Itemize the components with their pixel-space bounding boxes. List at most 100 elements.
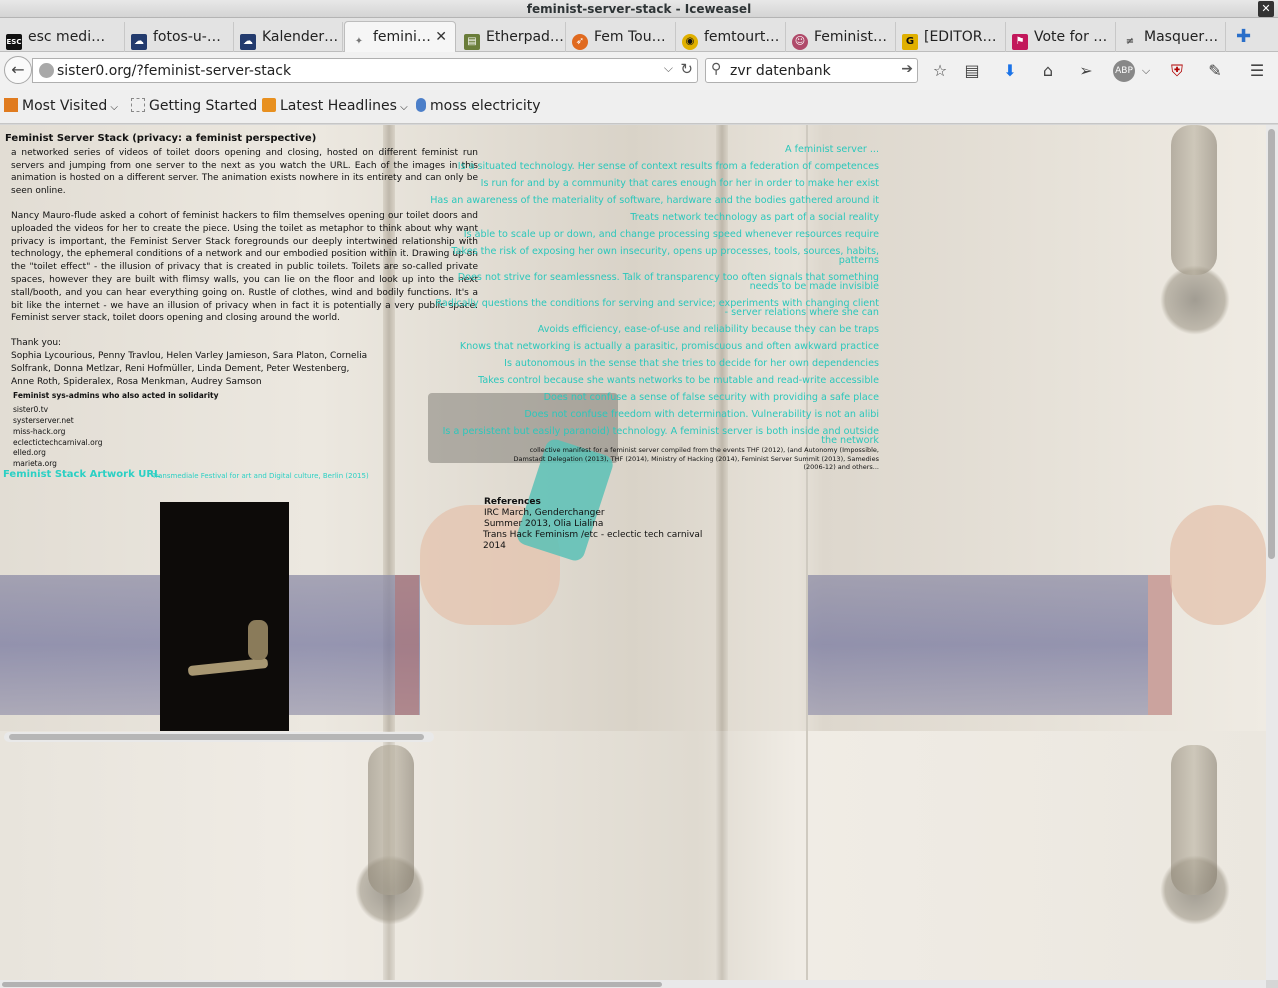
search-go-icon[interactable]: ➔ xyxy=(901,61,913,77)
search-icon: ⚲ xyxy=(711,61,722,77)
sparkle-icon: ✦ xyxy=(354,36,364,47)
scrollbar-thumb[interactable] xyxy=(9,734,424,740)
manifesto-item: Does not confuse a sense of false securi… xyxy=(543,392,879,403)
manifesto-item: Treats network technology as part of a s… xyxy=(630,212,879,223)
manifesto-item: Avoids efficiency, ease-of-use and relia… xyxy=(537,324,879,335)
download-icon[interactable]: ⬇ xyxy=(999,60,1021,82)
tab-femtourt[interactable]: ◉ femtourt… xyxy=(676,22,786,52)
artwork-url-link[interactable]: Feminist Stack Artwork URL xyxy=(3,469,160,480)
search-input[interactable] xyxy=(730,61,890,81)
sysadmin-link[interactable]: systerserver.net xyxy=(13,416,478,427)
url-input[interactable] xyxy=(57,61,657,81)
cloud-icon: ☁ xyxy=(131,34,147,50)
g-icon: G xyxy=(902,34,918,50)
vertical-scrollbar[interactable] xyxy=(1266,125,1278,980)
door-handle-glow xyxy=(187,657,269,677)
manifesto-item: Is autonomous in the sense that she trie… xyxy=(504,358,879,369)
manifesto-list: A feminist server ... Is a situated tech… xyxy=(430,145,879,453)
door-handle xyxy=(368,745,414,895)
pad-icon: ▤ xyxy=(464,34,480,50)
extension-icon[interactable]: ✎ xyxy=(1204,60,1226,82)
bookmark-latest-headlines[interactable]: Latest Headlines ⌵ xyxy=(262,98,408,114)
tab-fotos[interactable]: ☁ fotos-u-… xyxy=(125,22,234,52)
arm xyxy=(808,575,1148,715)
mask-icon: ◉ xyxy=(682,34,698,50)
history-dropdown-icon[interactable]: ⌵ xyxy=(664,61,673,76)
horizontal-scrollbar[interactable] xyxy=(0,980,1266,988)
window-titlebar: feminist-server-stack - Iceweasel ✕ xyxy=(0,0,1278,18)
search-bar[interactable]: ⚲ ➔ xyxy=(705,58,918,83)
tab-feminist-server-stack[interactable]: ✦ femini… ✕ xyxy=(344,21,456,53)
reference-link[interactable]: Summer 2013, Olia Lialina xyxy=(484,519,605,530)
esc-icon: ESC xyxy=(6,34,22,50)
sysadmin-link[interactable]: miss-hack.org xyxy=(13,427,478,438)
manifesto-item: A feminist server ... xyxy=(784,144,879,155)
send-icon[interactable]: ➢ xyxy=(1075,60,1097,82)
tab-kalender[interactable]: ☁ Kalender… xyxy=(234,22,343,52)
window-title: feminist-server-stack - Iceweasel xyxy=(526,2,752,16)
manifesto-item: Knows that networking is actually a para… xyxy=(459,341,879,352)
intro-text: Feminist Server Stack (privacy: a femini… xyxy=(5,133,478,470)
tab-editor[interactable]: G [EDITOR… xyxy=(896,22,1006,52)
sysadmin-link[interactable]: elled.org xyxy=(13,448,478,459)
tab-etherpad[interactable]: ▤ Etherpad… xyxy=(458,22,566,52)
reload-icon[interactable]: ↻ xyxy=(680,60,693,78)
cloud-icon: ☁ xyxy=(240,34,256,50)
page-title: Feminist Server Stack (privacy: a femini… xyxy=(5,133,317,144)
references-title: References xyxy=(484,497,541,507)
reference-link[interactable]: Trans Hack Feminism /etc - eclectic tech… xyxy=(483,530,743,552)
scrollbar-thumb[interactable] xyxy=(2,982,662,987)
bookmarks-toolbar: Most Visited ⌵ Getting Started Latest He… xyxy=(0,90,1278,124)
sleeve-cuff xyxy=(395,575,419,715)
bookmark-moss-electricity[interactable]: moss electricity xyxy=(416,98,541,114)
door-handle-glow xyxy=(248,620,268,660)
manifesto-item: Takes control because she wants networks… xyxy=(478,375,879,386)
adblock-icon[interactable]: ABP xyxy=(1113,60,1135,82)
nav-bar: ← ⌵ ↻ ⚲ ➔ ☆ ▤ ⬇ ⌂ ➢ ABP ⌵ ⛨ ✎ ☰ xyxy=(0,52,1278,90)
page-content: Feminist Server Stack (privacy: a femini… xyxy=(0,125,1266,980)
adblock-dropdown-icon[interactable]: ⌵ xyxy=(1135,60,1157,82)
sysadmin-link[interactable]: eclectictechcarnival.org xyxy=(13,438,478,449)
tab-feminist[interactable]: ☺ Feminist… xyxy=(786,22,896,52)
door-handle xyxy=(1171,125,1217,275)
scrollbar-thumb[interactable] xyxy=(1268,129,1275,559)
bookmark-star-icon[interactable]: ☆ xyxy=(929,60,951,82)
ublock-icon[interactable]: ⛨ xyxy=(1166,60,1188,82)
bookmark-most-visited[interactable]: Most Visited ⌵ xyxy=(4,98,118,114)
sysadmin-link[interactable]: sister0.tv xyxy=(13,405,478,416)
inner-horizontal-scrollbar[interactable] xyxy=(4,732,434,742)
new-tab-icon[interactable]: ✚ xyxy=(1236,26,1251,47)
tab-close-icon[interactable]: ✕ xyxy=(435,22,447,52)
tab-fem-tour[interactable]: ➶ Fem Tou… xyxy=(566,22,676,52)
menu-icon[interactable]: ☰ xyxy=(1246,60,1268,82)
folder-icon xyxy=(4,98,18,112)
sleeve-cuff xyxy=(1148,575,1172,715)
manifesto-item: Is run for and by a community that cares… xyxy=(480,178,879,189)
tab-masquer[interactable]: ≠ Masquer… xyxy=(1116,22,1226,52)
manifesto-item: Is able to scale up or down, and change … xyxy=(463,229,879,240)
manifesto-note: collective manifest for a feminist serve… xyxy=(513,446,880,471)
url-bar[interactable]: ⌵ ↻ xyxy=(32,58,698,83)
window-close-icon[interactable]: ✕ xyxy=(1258,1,1274,17)
flag-icon: ⚑ xyxy=(1012,34,1028,50)
sysadmin-title: Feminist sys-admins who also acted in so… xyxy=(13,391,219,401)
chevron-down-icon: ⌵ xyxy=(107,102,118,113)
bookmark-getting-started[interactable]: Getting Started xyxy=(131,98,257,114)
tab-vote[interactable]: ⚑ Vote for … xyxy=(1006,22,1116,52)
back-icon[interactable]: ← xyxy=(4,56,32,84)
hand xyxy=(1170,505,1266,625)
manifesto-item: Does not confuse freedom with determinat… xyxy=(524,409,879,420)
strike-icon: ≠ xyxy=(1125,36,1135,47)
sysadmin-list: sister0.tv systerserver.net miss-hack.or… xyxy=(5,405,478,470)
toilet-door-video[interactable] xyxy=(160,502,289,731)
manifesto-item: Does not strive for seamlessness. Talk o… xyxy=(457,272,879,292)
tab-strip: ESC esc medi… ☁ fotos-u-… ☁ Kalender… ✦ femi… xyxy=(0,18,1278,53)
festival-link[interactable]: Transmediale Festival for art and Digita… xyxy=(152,472,369,480)
tab-esc[interactable]: ESC esc medi… xyxy=(0,22,125,52)
home-icon[interactable]: ⌂ xyxy=(1037,60,1059,82)
manifesto-item: Is a situated technology. Her sense of c… xyxy=(457,161,879,172)
bookmarks-list-icon[interactable]: ▤ xyxy=(961,60,983,82)
reference-link[interactable]: IRC March, Genderchanger xyxy=(484,508,605,519)
face-icon: ☺ xyxy=(792,34,808,50)
body-paragraph: Nancy Mauro-flude asked a cohort of femi… xyxy=(11,210,478,324)
